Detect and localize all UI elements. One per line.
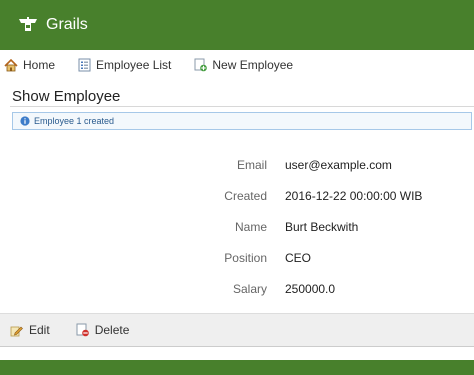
nav-home-label: Home bbox=[23, 58, 56, 72]
grails-logo-icon bbox=[19, 17, 37, 31]
home-icon bbox=[4, 58, 18, 71]
property-label: Name bbox=[234, 220, 267, 234]
property-email: Email user@example.com bbox=[0, 158, 474, 178]
property-value: Burt Beckwith bbox=[285, 220, 359, 234]
property-created: Created 2016-12-22 00:00:00 WIB bbox=[0, 189, 474, 209]
nav-bar: Home Employee List New Employee bbox=[0, 50, 474, 80]
status-message-text: Employee 1 created bbox=[34, 116, 115, 126]
edit-button-label: Edit bbox=[29, 323, 50, 337]
edit-button[interactable]: Edit bbox=[10, 323, 50, 337]
page-title: Show Employee bbox=[12, 88, 121, 105]
delete-button-label: Delete bbox=[94, 323, 130, 337]
nav-employee-list-label: Employee List bbox=[96, 58, 172, 72]
grails-logo[interactable]: Grails bbox=[18, 16, 88, 34]
property-label: Position bbox=[224, 251, 267, 265]
nav-new-employee-link[interactable]: New Employee bbox=[194, 58, 293, 72]
info-icon bbox=[20, 116, 30, 126]
delete-button[interactable]: Delete bbox=[76, 323, 130, 337]
action-buttons-bar: Edit Delete bbox=[0, 313, 474, 347]
property-value: CEO bbox=[285, 251, 312, 265]
property-value: 2016-12-22 00:00:00 WIB bbox=[285, 189, 423, 203]
property-label: Created bbox=[224, 189, 267, 203]
property-position: Position CEO bbox=[0, 251, 474, 271]
delete-document-icon bbox=[76, 323, 89, 337]
property-label: Salary bbox=[232, 282, 267, 296]
property-name: Name Burt Beckwith bbox=[0, 220, 474, 240]
app-footer bbox=[0, 360, 474, 375]
title-divider bbox=[10, 106, 474, 107]
status-message: Employee 1 created bbox=[12, 112, 472, 130]
pencil-icon bbox=[10, 326, 23, 336]
nav-new-employee-label: New Employee bbox=[212, 58, 294, 72]
list-icon bbox=[78, 58, 91, 72]
property-salary: Salary 250000.0 bbox=[0, 282, 474, 302]
property-label: Email bbox=[236, 158, 267, 172]
brand-name: Grails bbox=[46, 16, 88, 33]
nav-home-link[interactable]: Home bbox=[4, 58, 55, 72]
nav-employee-list-link[interactable]: Employee List bbox=[78, 58, 171, 72]
property-value: user@example.com bbox=[285, 158, 392, 172]
add-document-icon bbox=[194, 58, 208, 72]
property-value: 250000.0 bbox=[285, 282, 336, 296]
app-header: Grails bbox=[0, 0, 474, 50]
